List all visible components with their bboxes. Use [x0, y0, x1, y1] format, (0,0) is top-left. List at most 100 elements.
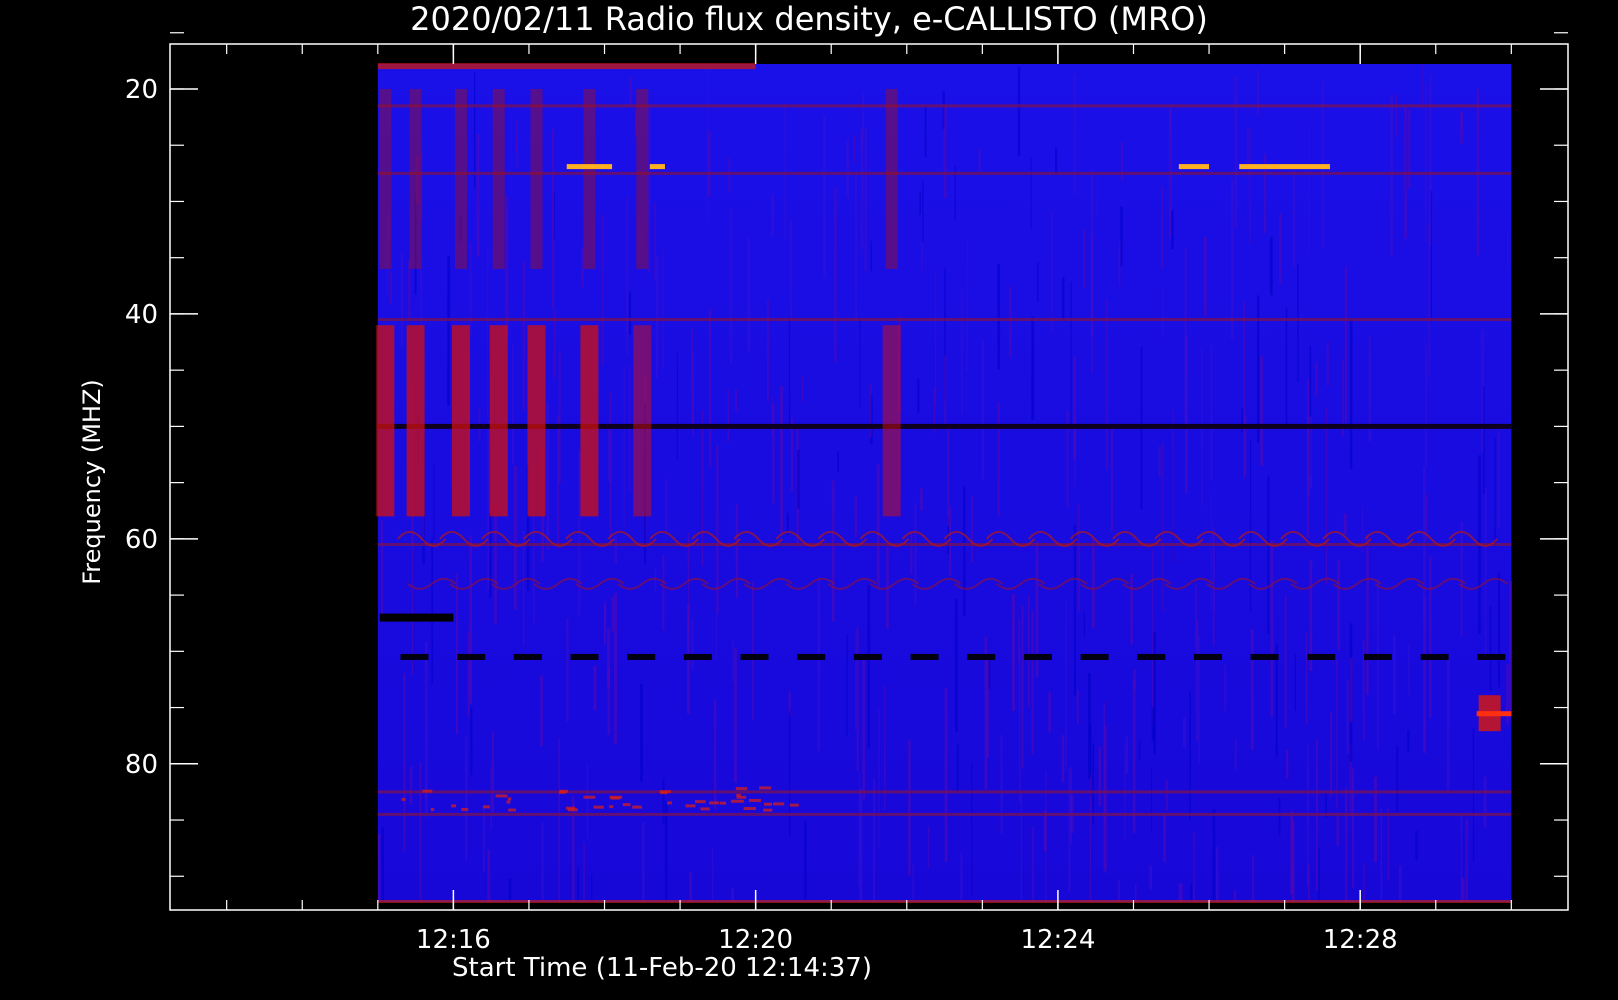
dark-marker	[379, 613, 454, 622]
texture-streak	[944, 355, 947, 426]
texture-streak	[1031, 610, 1034, 755]
texture-streak	[859, 317, 861, 409]
texture-streak	[1275, 643, 1278, 757]
texture-streak	[1346, 680, 1349, 754]
texture-streak	[1408, 643, 1410, 696]
texture-streak	[1423, 466, 1426, 619]
texture-streak	[1172, 410, 1174, 564]
texture-streak	[1498, 430, 1500, 529]
texture-streak	[689, 872, 692, 902]
texture-streak	[593, 665, 597, 711]
texture-streak	[1284, 595, 1287, 729]
y-tick-label: 60	[125, 525, 158, 555]
lower-streak	[482, 805, 490, 809]
texture-streak	[876, 464, 880, 588]
texture-streak	[955, 599, 958, 732]
dash-segment	[740, 653, 769, 660]
texture-streak	[513, 466, 517, 610]
top-red-band	[377, 63, 756, 70]
texture-streak	[433, 463, 435, 540]
texture-streak	[1009, 286, 1012, 359]
texture-streak	[966, 240, 968, 372]
texture-streak	[1305, 632, 1308, 725]
texture-streak	[691, 619, 694, 669]
texture-streak	[591, 873, 593, 902]
texture-streak	[419, 762, 422, 902]
texture-streak	[728, 157, 730, 193]
texture-streak	[1246, 128, 1250, 168]
texture-streak	[1070, 281, 1072, 430]
texture-streak	[1407, 730, 1410, 752]
burst-column-upper	[530, 88, 543, 269]
texture-streak	[1078, 504, 1080, 612]
burst-column	[633, 325, 652, 517]
texture-streak	[869, 384, 872, 439]
texture-streak	[487, 850, 491, 902]
texture-streak	[1257, 295, 1260, 443]
texture-streak	[1252, 854, 1255, 902]
lower-streak	[719, 801, 727, 805]
texture-streak	[772, 404, 775, 504]
texture-streak	[1124, 746, 1126, 841]
burst-column-upper	[409, 88, 422, 269]
texture-streak	[1061, 735, 1065, 783]
texture-streak	[1279, 213, 1282, 285]
texture-streak	[1494, 438, 1496, 547]
texture-streak	[1352, 768, 1355, 888]
texture-streak	[447, 256, 451, 406]
texture-streak	[788, 317, 791, 427]
texture-streak	[1179, 883, 1183, 902]
lower-streak	[695, 800, 706, 804]
texture-streak	[691, 329, 694, 424]
texture-streak	[712, 847, 714, 902]
y-tick-label: 20	[125, 75, 158, 105]
texture-streak	[752, 581, 754, 721]
texture-streak	[797, 449, 800, 509]
texture-streak	[1125, 736, 1129, 774]
texture-streak	[1045, 770, 1047, 902]
texture-streak	[1483, 776, 1487, 828]
horizontal-line	[377, 171, 1512, 175]
lower-streak	[609, 805, 614, 809]
texture-streak	[1285, 307, 1288, 424]
texture-streak	[949, 508, 952, 577]
texture-streak	[583, 842, 585, 902]
texture-streak	[919, 191, 921, 215]
dash-segment	[910, 653, 939, 660]
texture-streak	[1118, 241, 1121, 286]
burst-column-upper	[636, 88, 649, 269]
texture-streak	[730, 208, 733, 364]
texture-streak	[1161, 187, 1163, 269]
texture-streak	[1210, 494, 1212, 613]
texture-streak	[1269, 237, 1273, 296]
texture-streak	[1336, 658, 1338, 809]
texture-streak	[654, 202, 656, 281]
texture-streak	[1212, 808, 1216, 902]
x-tick-label: 12:16	[416, 925, 491, 955]
texture-streak	[1224, 664, 1226, 712]
texture-streak	[1021, 605, 1024, 769]
texture-streak	[864, 127, 868, 271]
texture-streak	[1393, 635, 1396, 715]
hot-band-segment	[1178, 164, 1210, 170]
texture-streak	[701, 410, 704, 567]
texture-streak	[1065, 601, 1067, 772]
dash-segment	[1193, 653, 1222, 660]
texture-streak	[1163, 814, 1167, 863]
lower-streak	[763, 808, 773, 812]
lower-streak	[789, 803, 799, 807]
texture-streak	[640, 683, 643, 782]
texture-streak	[823, 114, 827, 279]
chart-title: 2020/02/11 Radio flux density, e-CALLIST…	[410, 0, 1208, 38]
dash-segment	[627, 653, 656, 660]
texture-streak	[490, 766, 492, 831]
texture-streak	[1203, 237, 1207, 317]
texture-streak	[482, 807, 485, 872]
texture-streak	[817, 576, 820, 752]
lower-streak	[685, 804, 696, 808]
lower-streak	[632, 805, 643, 809]
texture-streak	[662, 250, 664, 370]
texture-streak	[1150, 767, 1152, 832]
texture-streak	[431, 538, 433, 684]
texture-streak	[1306, 378, 1309, 538]
